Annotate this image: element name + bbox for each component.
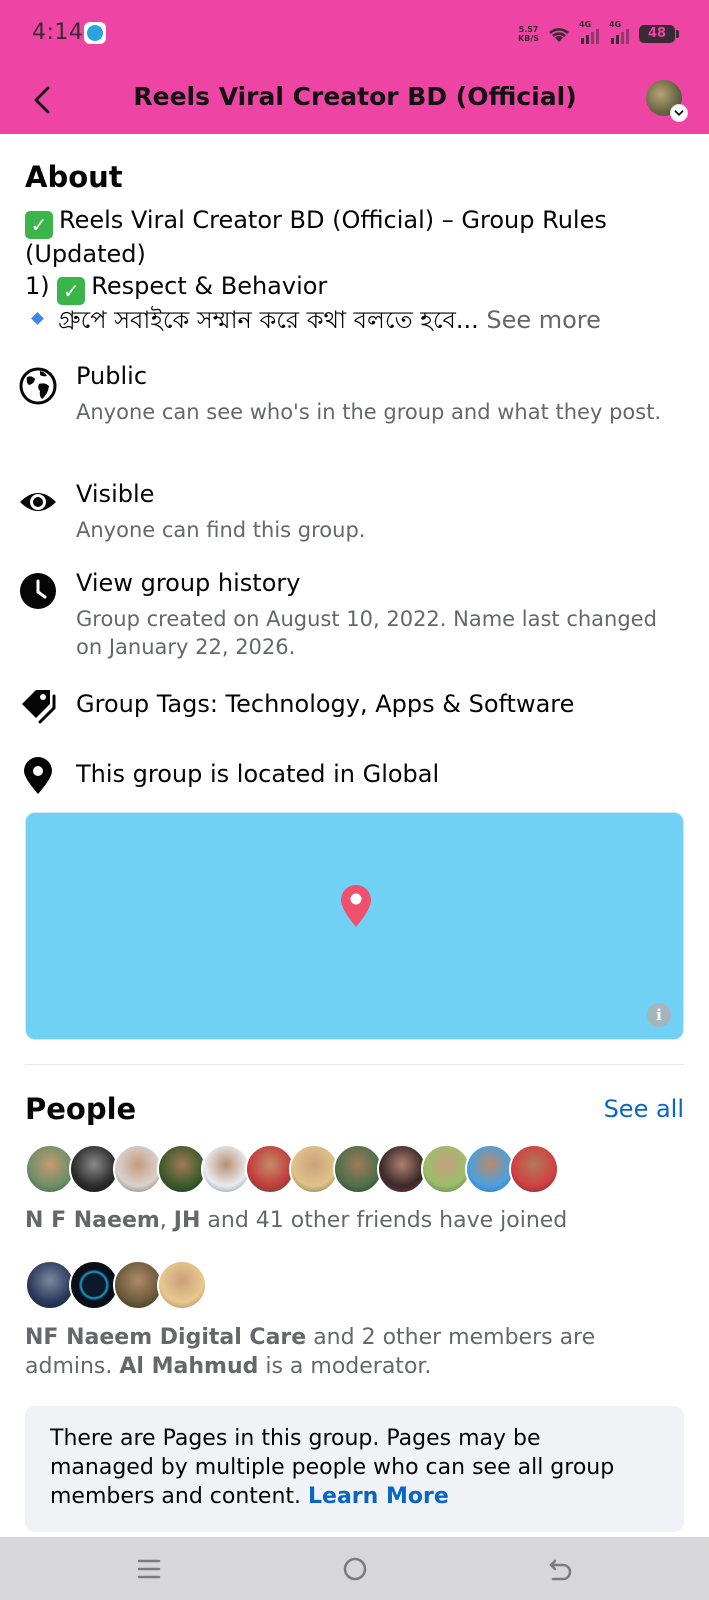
privacy-title: Public (76, 362, 148, 390)
globe-icon (19, 367, 57, 405)
network-speed: 5.57 KB/S (518, 25, 539, 43)
profile-avatar[interactable] (646, 80, 688, 122)
network-speed-unit: KB/S (518, 34, 539, 43)
avatar[interactable] (113, 1144, 163, 1194)
group-history-title[interactable]: View group history (76, 569, 300, 597)
avatar[interactable] (157, 1144, 207, 1194)
avatar[interactable] (157, 1260, 207, 1310)
avatar[interactable] (113, 1260, 163, 1310)
map-marker-icon (341, 885, 371, 927)
see-all-link[interactable]: See all (604, 1095, 684, 1123)
location-map[interactable]: i (25, 812, 684, 1040)
rule-number: 1) (25, 271, 50, 300)
friend-avatars[interactable] (25, 1144, 559, 1194)
privacy-row: Public Anyone can see who's in the group… (0, 360, 709, 450)
home-icon[interactable] (337, 1551, 373, 1587)
visibility-row: Visible Anyone can find this group. (0, 478, 709, 542)
avatar[interactable] (25, 1144, 75, 1194)
friends-joined-text: N F Naeem, JH and 41 other friends have … (25, 1206, 685, 1235)
avatar[interactable] (69, 1260, 119, 1310)
visibility-description: Anyone can find this group. (76, 518, 366, 542)
location-text: This group is located in Global (76, 760, 440, 788)
rule-text: গ্রুপে সবাইকে সম্মান করে কথা বলতে হবে... (58, 305, 479, 334)
about-heading: About (25, 160, 123, 194)
map-info-icon[interactable]: i (647, 1003, 671, 1027)
status-time: 4:14 (32, 20, 84, 45)
avatar[interactable] (201, 1144, 251, 1194)
avatar[interactable] (245, 1144, 295, 1194)
telegram-notification-icon (84, 22, 106, 44)
about-description: ✓ Reels Viral Creator BD (Official) – Gro… (25, 205, 685, 336)
back-icon[interactable] (543, 1551, 579, 1587)
battery-level: 48 (647, 26, 667, 41)
group-history-row[interactable]: View group history Group created on Augu… (0, 567, 709, 659)
moderator-name[interactable]: Al Mahmud (119, 1354, 258, 1379)
status-bar: 4:14 5.57 KB/S 4G 4G 48 (0, 0, 709, 68)
tag-icon (22, 690, 56, 724)
group-history-description: Group created on August 10, 2022. Name l… (76, 607, 657, 659)
top-bar: 4:14 5.57 KB/S 4G 4G 48 Reels Viral Crea… (0, 0, 709, 134)
eye-icon (20, 493, 56, 511)
location-pin-icon (24, 757, 52, 794)
pages-notice: There are Pages in this group. Pages may… (25, 1406, 684, 1532)
wifi-icon (549, 28, 569, 42)
menu-icon[interactable] (131, 1551, 167, 1587)
learn-more-link[interactable]: Learn More (308, 1484, 449, 1509)
avatar[interactable] (377, 1144, 427, 1194)
back-arrow-icon[interactable] (24, 80, 64, 120)
rules-title: Reels Viral Creator BD (Official) – Grou… (25, 206, 607, 268)
friend-name[interactable]: JH (174, 1208, 201, 1233)
signal-icon-1: 4G (579, 20, 601, 44)
chevron-down-icon (670, 104, 688, 122)
avatar[interactable] (509, 1144, 559, 1194)
location-row: This group is located in Global (0, 757, 709, 798)
avatar[interactable] (25, 1260, 75, 1310)
check-mark-icon: ✓ (25, 211, 53, 239)
section-divider (25, 1064, 684, 1065)
clock-icon (20, 573, 56, 609)
avatar[interactable] (421, 1144, 471, 1194)
people-heading: People (25, 1092, 137, 1126)
avatar[interactable] (289, 1144, 339, 1194)
battery-icon: 48 (639, 25, 679, 43)
privacy-description: Anyone can see who's in the group and wh… (76, 400, 662, 424)
pages-notice-text: There are Pages in this group. Pages may… (50, 1424, 650, 1511)
see-more-link[interactable]: See more (486, 306, 601, 334)
friends-separator: , (159, 1208, 174, 1233)
admins-text: NF Naeem Digital Care and 2 other member… (25, 1323, 685, 1381)
page-title: Reels Viral Creator BD (Official) (133, 82, 577, 111)
blue-diamond-icon (31, 312, 44, 325)
rule-heading: Respect & Behavior (91, 271, 328, 300)
moderator-suffix: is a moderator. (258, 1354, 432, 1379)
avatar[interactable] (465, 1144, 515, 1194)
admin-name[interactable]: NF Naeem Digital Care (25, 1325, 306, 1350)
system-navigation-bar (0, 1537, 709, 1600)
status-indicators: 5.57 KB/S 4G 4G 48 (518, 20, 679, 46)
app-header: Reels Viral Creator BD (Official) (0, 68, 709, 134)
group-tags-text: Group Tags: Technology, Apps & Software (76, 690, 575, 718)
check-mark-icon: ✓ (57, 276, 86, 305)
admin-avatars[interactable] (25, 1260, 207, 1310)
group-tags-row: Group Tags: Technology, Apps & Software (0, 688, 709, 728)
network-speed-value: 5.57 (518, 25, 539, 34)
avatar[interactable] (333, 1144, 383, 1194)
friend-name[interactable]: N F Naeem (25, 1208, 160, 1233)
signal-icon-2: 4G (609, 20, 631, 44)
avatar[interactable] (69, 1144, 119, 1194)
visibility-title: Visible (76, 480, 155, 508)
friends-joined-suffix: and 41 other friends have joined (200, 1208, 568, 1233)
